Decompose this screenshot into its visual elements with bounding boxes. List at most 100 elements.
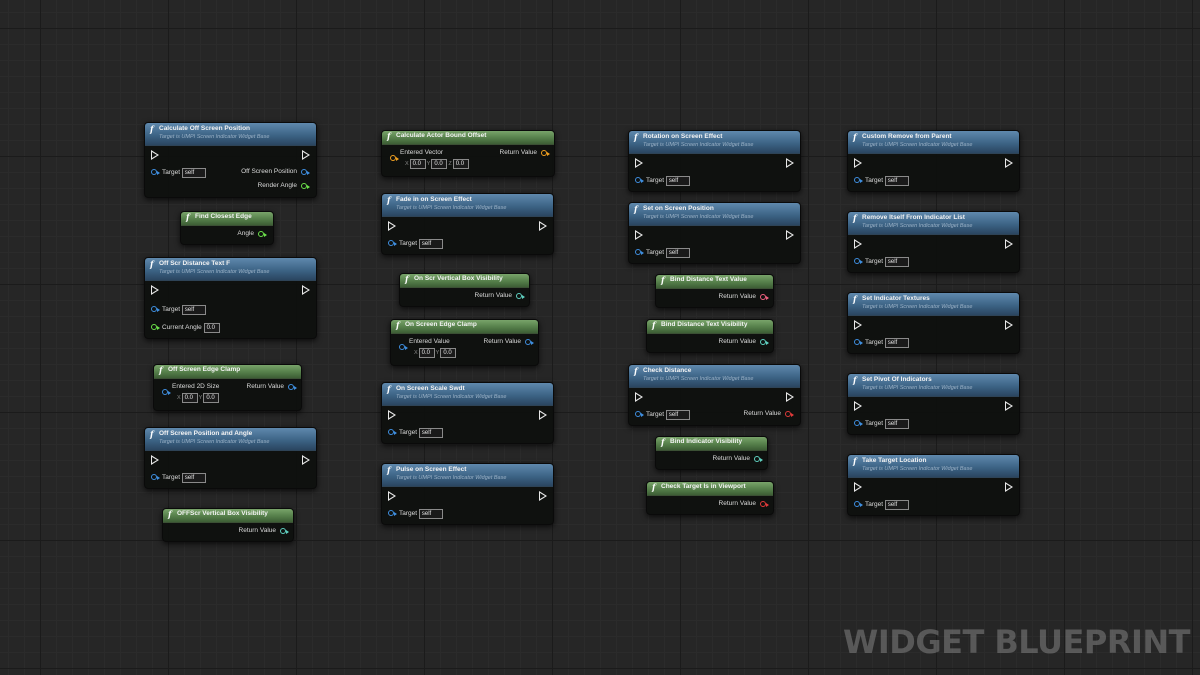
exec-in-pin[interactable] — [854, 482, 862, 492]
exec-out-pin[interactable] — [1005, 320, 1013, 330]
return-value-pin[interactable] — [288, 384, 297, 390]
target-pin[interactable] — [151, 306, 160, 312]
target-self-field[interactable]: self — [418, 428, 443, 438]
exec-out-pin[interactable] — [1005, 158, 1013, 168]
x-value-field[interactable]: 0.0 — [409, 159, 426, 169]
current-angle-pin[interactable] — [151, 324, 160, 330]
exec-in-pin[interactable] — [388, 221, 396, 231]
exec-out-pin[interactable] — [786, 158, 794, 168]
node-header[interactable]: f Set on Screen Position Target is UMPI … — [629, 203, 800, 226]
node-offscr-vertical-box-visibility[interactable]: f OFFScr Vertical Box Visibility Return … — [162, 508, 294, 542]
target-pin[interactable] — [635, 177, 644, 183]
node-bind-indicator-visibility[interactable]: f Bind Indicator Visibility Return Value — [655, 436, 768, 470]
node-off-scr-distance-text[interactable]: f Off Scr Distance Text F Target is UMPI… — [144, 257, 317, 339]
entered-value-pin[interactable] — [399, 344, 408, 350]
exec-in-pin[interactable] — [854, 239, 862, 249]
exec-out-pin[interactable] — [1005, 401, 1013, 411]
exec-in-pin[interactable] — [388, 491, 396, 501]
y-value-field[interactable]: 0.0 — [440, 348, 457, 358]
node-bind-distance-text-value[interactable]: f Bind Distance Text Value Return Value — [655, 274, 774, 308]
node-header[interactable]: f Set Indicator Textures Target is UMPI … — [848, 293, 1019, 316]
target-pin[interactable] — [854, 420, 863, 426]
target-pin[interactable] — [388, 510, 397, 516]
node-header[interactable]: f Fade in on Screen Effect Target is UMP… — [382, 194, 553, 217]
y-value-field[interactable]: 0.0 — [431, 159, 448, 169]
node-header[interactable]: f On Screen Edge Clamp — [391, 320, 538, 334]
node-rotation-on-screen-effect[interactable]: f Rotation on Screen Effect Target is UM… — [628, 130, 801, 192]
return-value-pin[interactable] — [760, 501, 769, 507]
node-calculate-off-screen-position[interactable]: f Calculate Off Screen Position Target i… — [144, 122, 317, 198]
node-header[interactable]: f OFFScr Vertical Box Visibility — [163, 509, 293, 523]
target-pin[interactable] — [635, 411, 644, 417]
blueprint-graph-canvas[interactable]: f Calculate Off Screen Position Target i… — [0, 0, 1200, 675]
node-off-screen-edge-clamp[interactable]: f Off Screen Edge Clamp Entered 2D Size … — [153, 364, 302, 411]
exec-out-pin[interactable] — [786, 392, 794, 402]
target-self-field[interactable]: self — [884, 338, 909, 348]
exec-out-pin[interactable] — [786, 230, 794, 240]
node-calculate-actor-bound-offset[interactable]: f Calculate Actor Bound Offset Entered V… — [381, 130, 555, 177]
node-header[interactable]: f Rotation on Screen Effect Target is UM… — [629, 131, 800, 154]
target-pin[interactable] — [854, 501, 863, 507]
exec-in-pin[interactable] — [854, 401, 862, 411]
node-check-distance[interactable]: f Check Distance Target is UMPI Screen I… — [628, 364, 801, 426]
node-header[interactable]: f Off Scr Distance Text F Target is UMPI… — [145, 258, 316, 281]
node-fade-in-on-screen-effect[interactable]: f Fade in on Screen Effect Target is UMP… — [381, 193, 554, 255]
exec-in-pin[interactable] — [151, 150, 159, 160]
node-header[interactable]: f Pulse on Screen Effect Target is UMPI … — [382, 464, 553, 487]
z-value-field[interactable]: 0.0 — [452, 159, 469, 169]
target-self-field[interactable]: self — [181, 473, 206, 483]
x-value-field[interactable]: 0.0 — [181, 393, 198, 403]
return-value-pin[interactable] — [541, 150, 550, 156]
node-header[interactable]: f Set Pivot Of Indicators Target is UMPI… — [848, 374, 1019, 397]
node-on-screen-edge-clamp[interactable]: f On Screen Edge Clamp Entered Value X 0.… — [390, 319, 539, 366]
target-pin[interactable] — [151, 169, 160, 175]
node-check-target-in-viewport[interactable]: f Check Target Is in Viewport Return Val… — [646, 481, 774, 515]
target-self-field[interactable]: self — [665, 176, 690, 186]
target-self-field[interactable]: self — [665, 248, 690, 258]
exec-in-pin[interactable] — [151, 455, 159, 465]
current-angle-field[interactable]: 0.0 — [203, 323, 220, 333]
return-value-pin[interactable] — [760, 294, 769, 300]
node-header[interactable]: f Custom Remove from Parent Target is UM… — [848, 131, 1019, 154]
node-header[interactable]: f Calculate Actor Bound Offset — [382, 131, 554, 145]
target-pin[interactable] — [854, 339, 863, 345]
target-self-field[interactable]: self — [884, 257, 909, 267]
exec-out-pin[interactable] — [302, 455, 310, 465]
exec-out-pin[interactable] — [539, 221, 547, 231]
node-set-indicator-textures[interactable]: f Set Indicator Textures Target is UMPI … — [847, 292, 1020, 354]
node-header[interactable]: f Take Target Location Target is UMPI Sc… — [848, 455, 1019, 478]
target-pin[interactable] — [854, 177, 863, 183]
target-self-field[interactable]: self — [181, 168, 206, 178]
node-pulse-on-screen-effect[interactable]: f Pulse on Screen Effect Target is UMPI … — [381, 463, 554, 525]
target-pin[interactable] — [854, 258, 863, 264]
target-self-field[interactable]: self — [884, 500, 909, 510]
y-value-field[interactable]: 0.0 — [203, 393, 220, 403]
node-on-screen-scale-switch[interactable]: f On Screen Scale Swdt Target is UMPI Sc… — [381, 382, 554, 444]
exec-out-pin[interactable] — [302, 150, 310, 160]
node-bind-distance-text-visibility[interactable]: f Bind Distance Text Visibility Return V… — [646, 319, 774, 353]
node-header[interactable]: f Calculate Off Screen Position Target i… — [145, 123, 316, 146]
return-value-pin[interactable] — [280, 528, 289, 534]
node-on-scr-vertical-box-visibility[interactable]: f On Scr Vertical Box Visibility Return … — [399, 273, 530, 307]
target-self-field[interactable]: self — [418, 509, 443, 519]
exec-in-pin[interactable] — [854, 320, 862, 330]
exec-in-pin[interactable] — [635, 392, 643, 402]
node-header[interactable]: f Bind Distance Text Value — [656, 275, 773, 289]
node-header[interactable]: f Check Distance Target is UMPI Screen I… — [629, 365, 800, 388]
node-header[interactable]: f Bind Indicator Visibility — [656, 437, 767, 451]
render-angle-pin[interactable] — [301, 183, 310, 189]
angle-pin[interactable] — [258, 231, 267, 237]
exec-in-pin[interactable] — [151, 285, 159, 295]
target-self-field[interactable]: self — [665, 410, 690, 420]
exec-in-pin[interactable] — [635, 158, 643, 168]
exec-out-pin[interactable] — [1005, 482, 1013, 492]
node-remove-itself-from-indicator-list[interactable]: f Remove Itself From Indicator List Targ… — [847, 211, 1020, 273]
exec-in-pin[interactable] — [388, 410, 396, 420]
node-header[interactable]: f Off Screen Position and Angle Target i… — [145, 428, 316, 451]
node-header[interactable]: f On Screen Scale Swdt Target is UMPI Sc… — [382, 383, 553, 406]
node-set-pivot-of-indicators[interactable]: f Set Pivot Of Indicators Target is UMPI… — [847, 373, 1020, 435]
return-value-pin[interactable] — [785, 411, 794, 417]
target-self-field[interactable]: self — [418, 239, 443, 249]
node-off-screen-position-and-angle[interactable]: f Off Screen Position and Angle Target i… — [144, 427, 317, 489]
node-set-on-screen-position[interactable]: f Set on Screen Position Target is UMPI … — [628, 202, 801, 264]
